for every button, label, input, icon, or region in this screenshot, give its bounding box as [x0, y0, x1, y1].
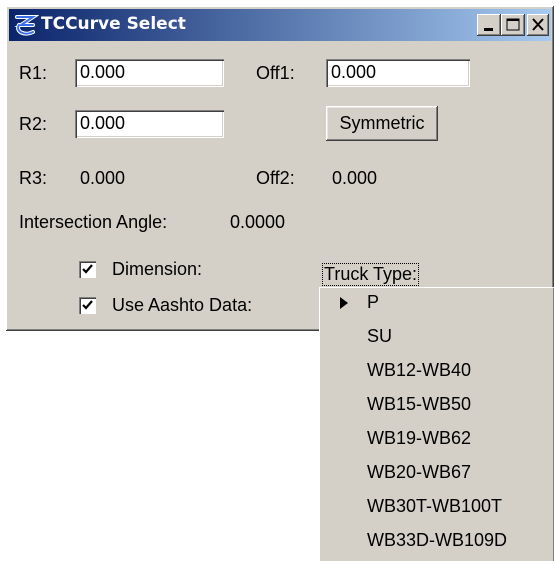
- menu-item-label: WB30T-WB100T: [367, 496, 503, 516]
- maximize-button[interactable]: [501, 14, 525, 36]
- minimize-button[interactable]: [477, 14, 501, 36]
- menu-item-wb20-wb67[interactable]: WB20-WB67: [319, 457, 554, 489]
- checkmark-icon: [82, 264, 93, 274]
- intersection-angle-value: 0.0000: [230, 212, 286, 232]
- tc-logo-icon: [14, 15, 39, 36]
- minimize-icon: [484, 28, 493, 31]
- menu-item-label: WB33D-WB109D: [367, 530, 508, 550]
- window-title: TCCurve Select: [41, 14, 186, 34]
- menu-item-su[interactable]: SU: [319, 321, 554, 353]
- r2-label: R2:: [19, 114, 48, 134]
- dimension-checkbox[interactable]: [79, 261, 96, 278]
- menu-item-wb15-wb50[interactable]: WB15-WB50: [319, 389, 554, 421]
- truck-type-menu: P SU WB12-WB40 WB15-WB50 WB19-WB62 WB20-…: [319, 287, 554, 561]
- off2-label: Off2:: [256, 168, 295, 188]
- off1-label: Off1:: [256, 63, 295, 83]
- use-aashto-checkbox[interactable]: [79, 297, 96, 314]
- menu-item-wb30t-wb100t[interactable]: WB30T-WB100T: [319, 491, 554, 523]
- menu-item-label: P: [367, 292, 380, 312]
- title-bar[interactable]: TCCurve Select: [9, 9, 551, 41]
- truck-type-dropdown[interactable]: Truck Type:: [321, 263, 420, 286]
- menu-item-label: WB20-WB67: [367, 462, 472, 482]
- r2-input[interactable]: 0.000: [75, 110, 224, 138]
- symmetric-button[interactable]: Symmetric: [326, 106, 438, 141]
- r3-label: R3:: [19, 168, 48, 188]
- menu-item-label: SU: [367, 326, 393, 346]
- selected-arrow-icon: [340, 297, 348, 309]
- menu-item-label: WB15-WB50: [367, 394, 472, 414]
- menu-item-label: WB12-WB40: [367, 360, 472, 380]
- menu-item-label: WB19-WB62: [367, 428, 472, 448]
- intersection-angle-label: Intersection Angle:: [19, 212, 168, 232]
- checkmark-icon: [82, 300, 93, 310]
- tccurve-select-window: TCCurve Select R1: 0.000 Off1: 0.000 R2:…: [6, 6, 554, 331]
- menu-item-p[interactable]: P: [319, 287, 554, 319]
- close-icon: [532, 18, 544, 31]
- maximize-icon: [506, 18, 520, 31]
- use-aashto-label: Use Aashto Data:: [112, 295, 253, 315]
- r1-label: R1:: [19, 63, 48, 83]
- r1-input[interactable]: 0.000: [75, 59, 224, 87]
- menu-item-wb12-wb40[interactable]: WB12-WB40: [319, 355, 554, 387]
- menu-item-wb33d-wb109d[interactable]: WB33D-WB109D: [319, 525, 554, 557]
- close-button[interactable]: [527, 14, 549, 36]
- off1-input[interactable]: 0.000: [326, 59, 470, 87]
- dimension-label: Dimension:: [112, 259, 203, 279]
- menu-item-wb19-wb62[interactable]: WB19-WB62: [319, 423, 554, 455]
- off2-value: 0.000: [332, 168, 378, 188]
- r3-value: 0.000: [80, 168, 126, 188]
